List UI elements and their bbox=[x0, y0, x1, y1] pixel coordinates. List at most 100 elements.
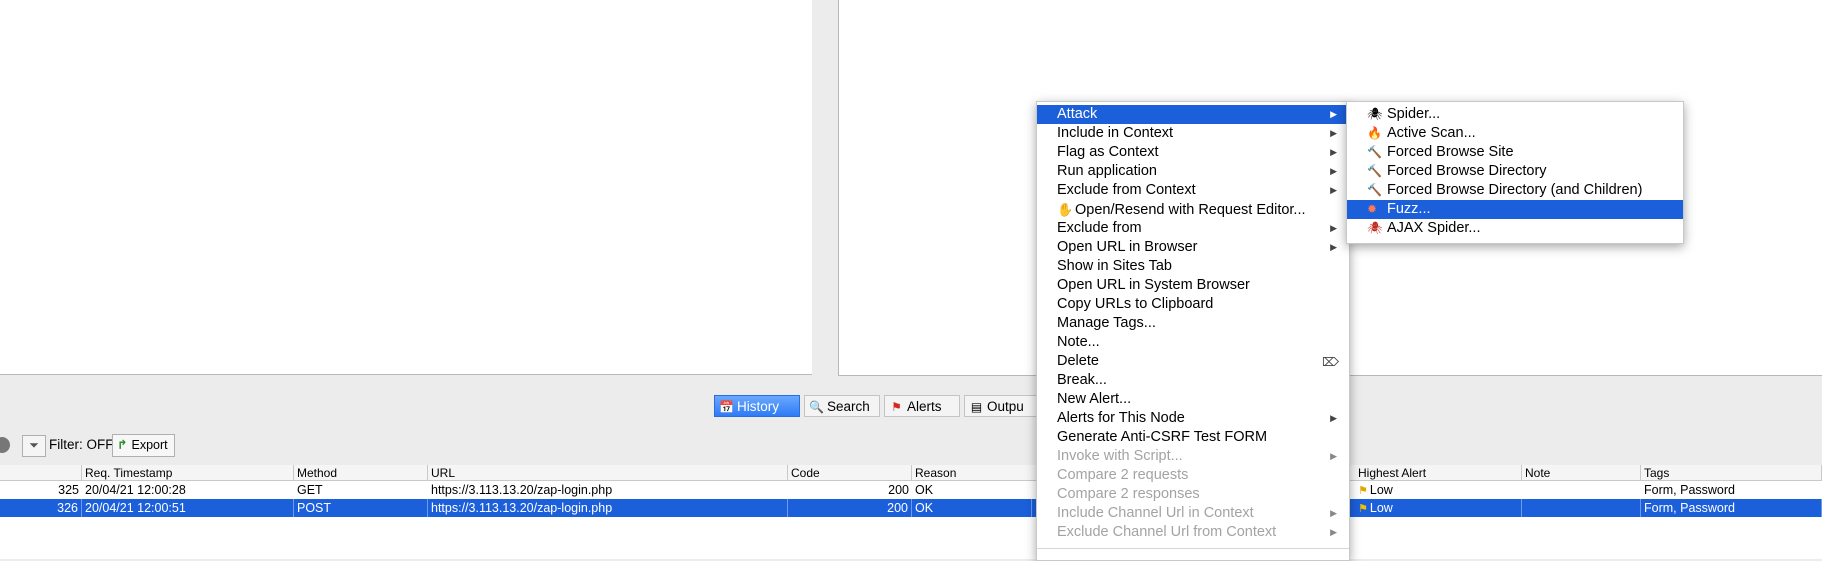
menu-item-label: Include in Context bbox=[1057, 125, 1174, 141]
submenu-item-label: Forced Browse Site bbox=[1387, 144, 1514, 160]
flame-icon: 🔥 bbox=[1367, 126, 1382, 140]
submenu-item-forced-browse-directory-children[interactable]: 🔨 Forced Browse Directory (and Children) bbox=[1347, 181, 1683, 200]
menu-item-copy-urls[interactable]: Copy URLs to Clipboard bbox=[1037, 295, 1349, 314]
menu-item-alerts-for-node[interactable]: Alerts for This Node ▶ bbox=[1037, 409, 1349, 428]
submenu-item-active-scan[interactable]: 🔥 Active Scan... bbox=[1347, 124, 1683, 143]
cell-timestamp: 20/04/21 12:00:28 bbox=[85, 483, 186, 497]
menu-item-attack[interactable]: Attack ▶ bbox=[1037, 105, 1349, 124]
menu-item-label: Attack bbox=[1057, 106, 1098, 122]
menu-item-new-alert[interactable]: New Alert... bbox=[1037, 390, 1349, 409]
menu-item-delete[interactable]: Delete ⌦ bbox=[1037, 352, 1349, 371]
submenu-item-label: Forced Browse Directory bbox=[1387, 163, 1547, 179]
menu-item-label: Exclude Channel Url from Context bbox=[1057, 524, 1277, 540]
menu-item-label: Open URL in System Browser bbox=[1057, 277, 1250, 293]
submenu-item-label: AJAX Spider... bbox=[1387, 220, 1481, 236]
column-header-method[interactable]: Method bbox=[294, 465, 428, 481]
search-icon: 🔍 bbox=[809, 400, 824, 414]
menu-item-show-in-sites-tab[interactable]: Show in Sites Tab bbox=[1037, 257, 1349, 276]
submenu-item-spider[interactable]: 🕷 Spider... bbox=[1347, 105, 1683, 124]
submenu-arrow-icon: ▶ bbox=[1330, 128, 1337, 138]
submenu-arrow-icon: ▶ bbox=[1330, 527, 1337, 537]
tab-alerts[interactable]: ⚑ Alerts bbox=[884, 395, 960, 417]
export-button[interactable]: ↱ Export bbox=[112, 434, 175, 457]
cell-code: 200 bbox=[888, 483, 909, 497]
gear-icon[interactable] bbox=[0, 437, 10, 453]
menu-item-break[interactable]: Break... bbox=[1037, 371, 1349, 390]
column-header-timestamp[interactable]: Req. Timestamp bbox=[82, 465, 294, 481]
submenu-arrow-icon: ▶ bbox=[1330, 508, 1337, 518]
menu-item-exclude-from-context[interactable]: Exclude from Context ▶ bbox=[1037, 181, 1349, 200]
menu-item-label: Include Channel Url in Context bbox=[1057, 505, 1254, 521]
menu-item-label: Alerts for This Node bbox=[1057, 410, 1185, 426]
menu-item-generate-csrf-form[interactable]: Generate Anti-CSRF Test FORM bbox=[1037, 428, 1349, 447]
cell-id: 326 bbox=[0, 499, 82, 517]
alerts-flag-icon: ⚑ bbox=[891, 400, 902, 414]
menu-item-manage-tags[interactable]: Manage Tags... bbox=[1037, 314, 1349, 333]
submenu-item-fuzz[interactable]: ✹ Fuzz... bbox=[1347, 200, 1683, 219]
cell-url: https://3.113.13.20/zap-login.php bbox=[428, 499, 788, 517]
menu-separator bbox=[1037, 548, 1349, 549]
tab-search[interactable]: 🔍 Search bbox=[804, 395, 880, 417]
export-icon: ↱ bbox=[117, 438, 128, 452]
history-icon: 📅 bbox=[719, 400, 734, 414]
history-table: Req. Timestamp Method URL Code Reason Hi… bbox=[0, 465, 1822, 559]
tab-history[interactable]: 📅 History bbox=[714, 395, 800, 417]
fuzz-icon: ✹ bbox=[1367, 202, 1378, 216]
menu-item-exclude-from[interactable]: Exclude from ▶ bbox=[1037, 219, 1349, 238]
column-header-url[interactable]: URL bbox=[428, 465, 788, 481]
submenu-item-forced-browse-site[interactable]: 🔨 Forced Browse Site bbox=[1347, 143, 1683, 162]
menu-item-label: Compare 2 responses bbox=[1057, 486, 1200, 502]
delete-key-icon: ⌦ bbox=[1322, 355, 1339, 369]
cell-url: https://3.113.13.20/zap-login.php bbox=[431, 483, 613, 497]
alert-flag-icon: ⚑ bbox=[1358, 485, 1368, 497]
filter-status: Filter: OFF bbox=[49, 437, 114, 452]
submenu-arrow-icon: ▶ bbox=[1330, 147, 1337, 157]
alert-level: Low bbox=[1369, 501, 1393, 515]
cell-note bbox=[1522, 499, 1641, 517]
hammer-icon: 🔨 bbox=[1367, 164, 1382, 178]
menu-item-run-application[interactable]: Run application ▶ bbox=[1037, 162, 1349, 181]
tab-output-label: Outpu bbox=[987, 399, 1024, 414]
menu-item-open-url-in-browser[interactable]: Open URL in Browser ▶ bbox=[1037, 238, 1349, 257]
menu-item-label: Delete bbox=[1057, 353, 1099, 369]
table-row-selected[interactable]: 326 20/04/21 12:00:51 POST https://3.113… bbox=[0, 499, 1822, 517]
cell-reason: OK bbox=[912, 499, 1032, 517]
attack-submenu: 🕷 Spider... 🔥 Active Scan... 🔨 Forced Brows… bbox=[1346, 101, 1684, 244]
column-header-highest-alert[interactable]: Highest Alert bbox=[1355, 465, 1522, 481]
cell-method: POST bbox=[294, 499, 428, 517]
history-toolbar: ⏷ Filter: OFF ↱ Export bbox=[0, 431, 1822, 459]
submenu-item-label: Forced Browse Directory (and Children) bbox=[1387, 182, 1643, 198]
submenu-item-ajax-spider[interactable]: 🕷 AJAX Spider... bbox=[1347, 219, 1683, 238]
filter-button[interactable]: ⏷ bbox=[22, 435, 46, 457]
cell-id: 325 bbox=[58, 483, 79, 497]
menu-item-open-resend-request-editor[interactable]: ✋ Open/Resend with Request Editor... bbox=[1037, 200, 1349, 219]
tab-alerts-label: Alerts bbox=[907, 399, 942, 414]
split-divider[interactable] bbox=[812, 0, 838, 378]
hand-icon: ✋ bbox=[1057, 202, 1074, 217]
submenu-arrow-icon: ▶ bbox=[1330, 166, 1337, 176]
menu-item-label: Note... bbox=[1057, 334, 1100, 350]
submenu-item-label: Spider... bbox=[1387, 106, 1441, 122]
menu-item-open-url-system-browser[interactable]: Open URL in System Browser bbox=[1037, 276, 1349, 295]
request-pane bbox=[0, 0, 813, 375]
menu-item-compare-responses: Compare 2 responses bbox=[1037, 485, 1349, 504]
menu-item-label: Open/Resend with Request Editor... bbox=[1075, 202, 1306, 218]
menu-item-include-in-context[interactable]: Include in Context ▶ bbox=[1037, 124, 1349, 143]
column-header-code[interactable]: Code bbox=[788, 465, 912, 481]
table-row[interactable]: 325 20/04/21 12:00:28 GET https://3.113.… bbox=[0, 481, 1822, 499]
column-header-id[interactable] bbox=[0, 465, 82, 481]
tab-history-label: History bbox=[737, 399, 780, 414]
submenu-arrow-icon: ▶ bbox=[1330, 185, 1337, 195]
menu-item-label: Open URL in Browser bbox=[1057, 239, 1198, 255]
column-header-tags[interactable]: Tags bbox=[1641, 465, 1822, 481]
menu-item-compare-requests: Compare 2 requests bbox=[1037, 466, 1349, 485]
tab-output[interactable]: ▤ Outpu bbox=[964, 395, 1044, 417]
cell-reason: OK bbox=[915, 483, 934, 497]
hammer-icon: 🔨 bbox=[1367, 183, 1382, 197]
submenu-item-forced-browse-directory[interactable]: 🔨 Forced Browse Directory bbox=[1347, 162, 1683, 181]
column-header-note[interactable]: Note bbox=[1522, 465, 1641, 481]
submenu-arrow-icon: ▶ bbox=[1330, 413, 1337, 423]
menu-item-note[interactable]: Note... bbox=[1037, 333, 1349, 352]
tab-search-label: Search bbox=[827, 399, 870, 414]
menu-item-flag-as-context[interactable]: Flag as Context ▶ bbox=[1037, 143, 1349, 162]
